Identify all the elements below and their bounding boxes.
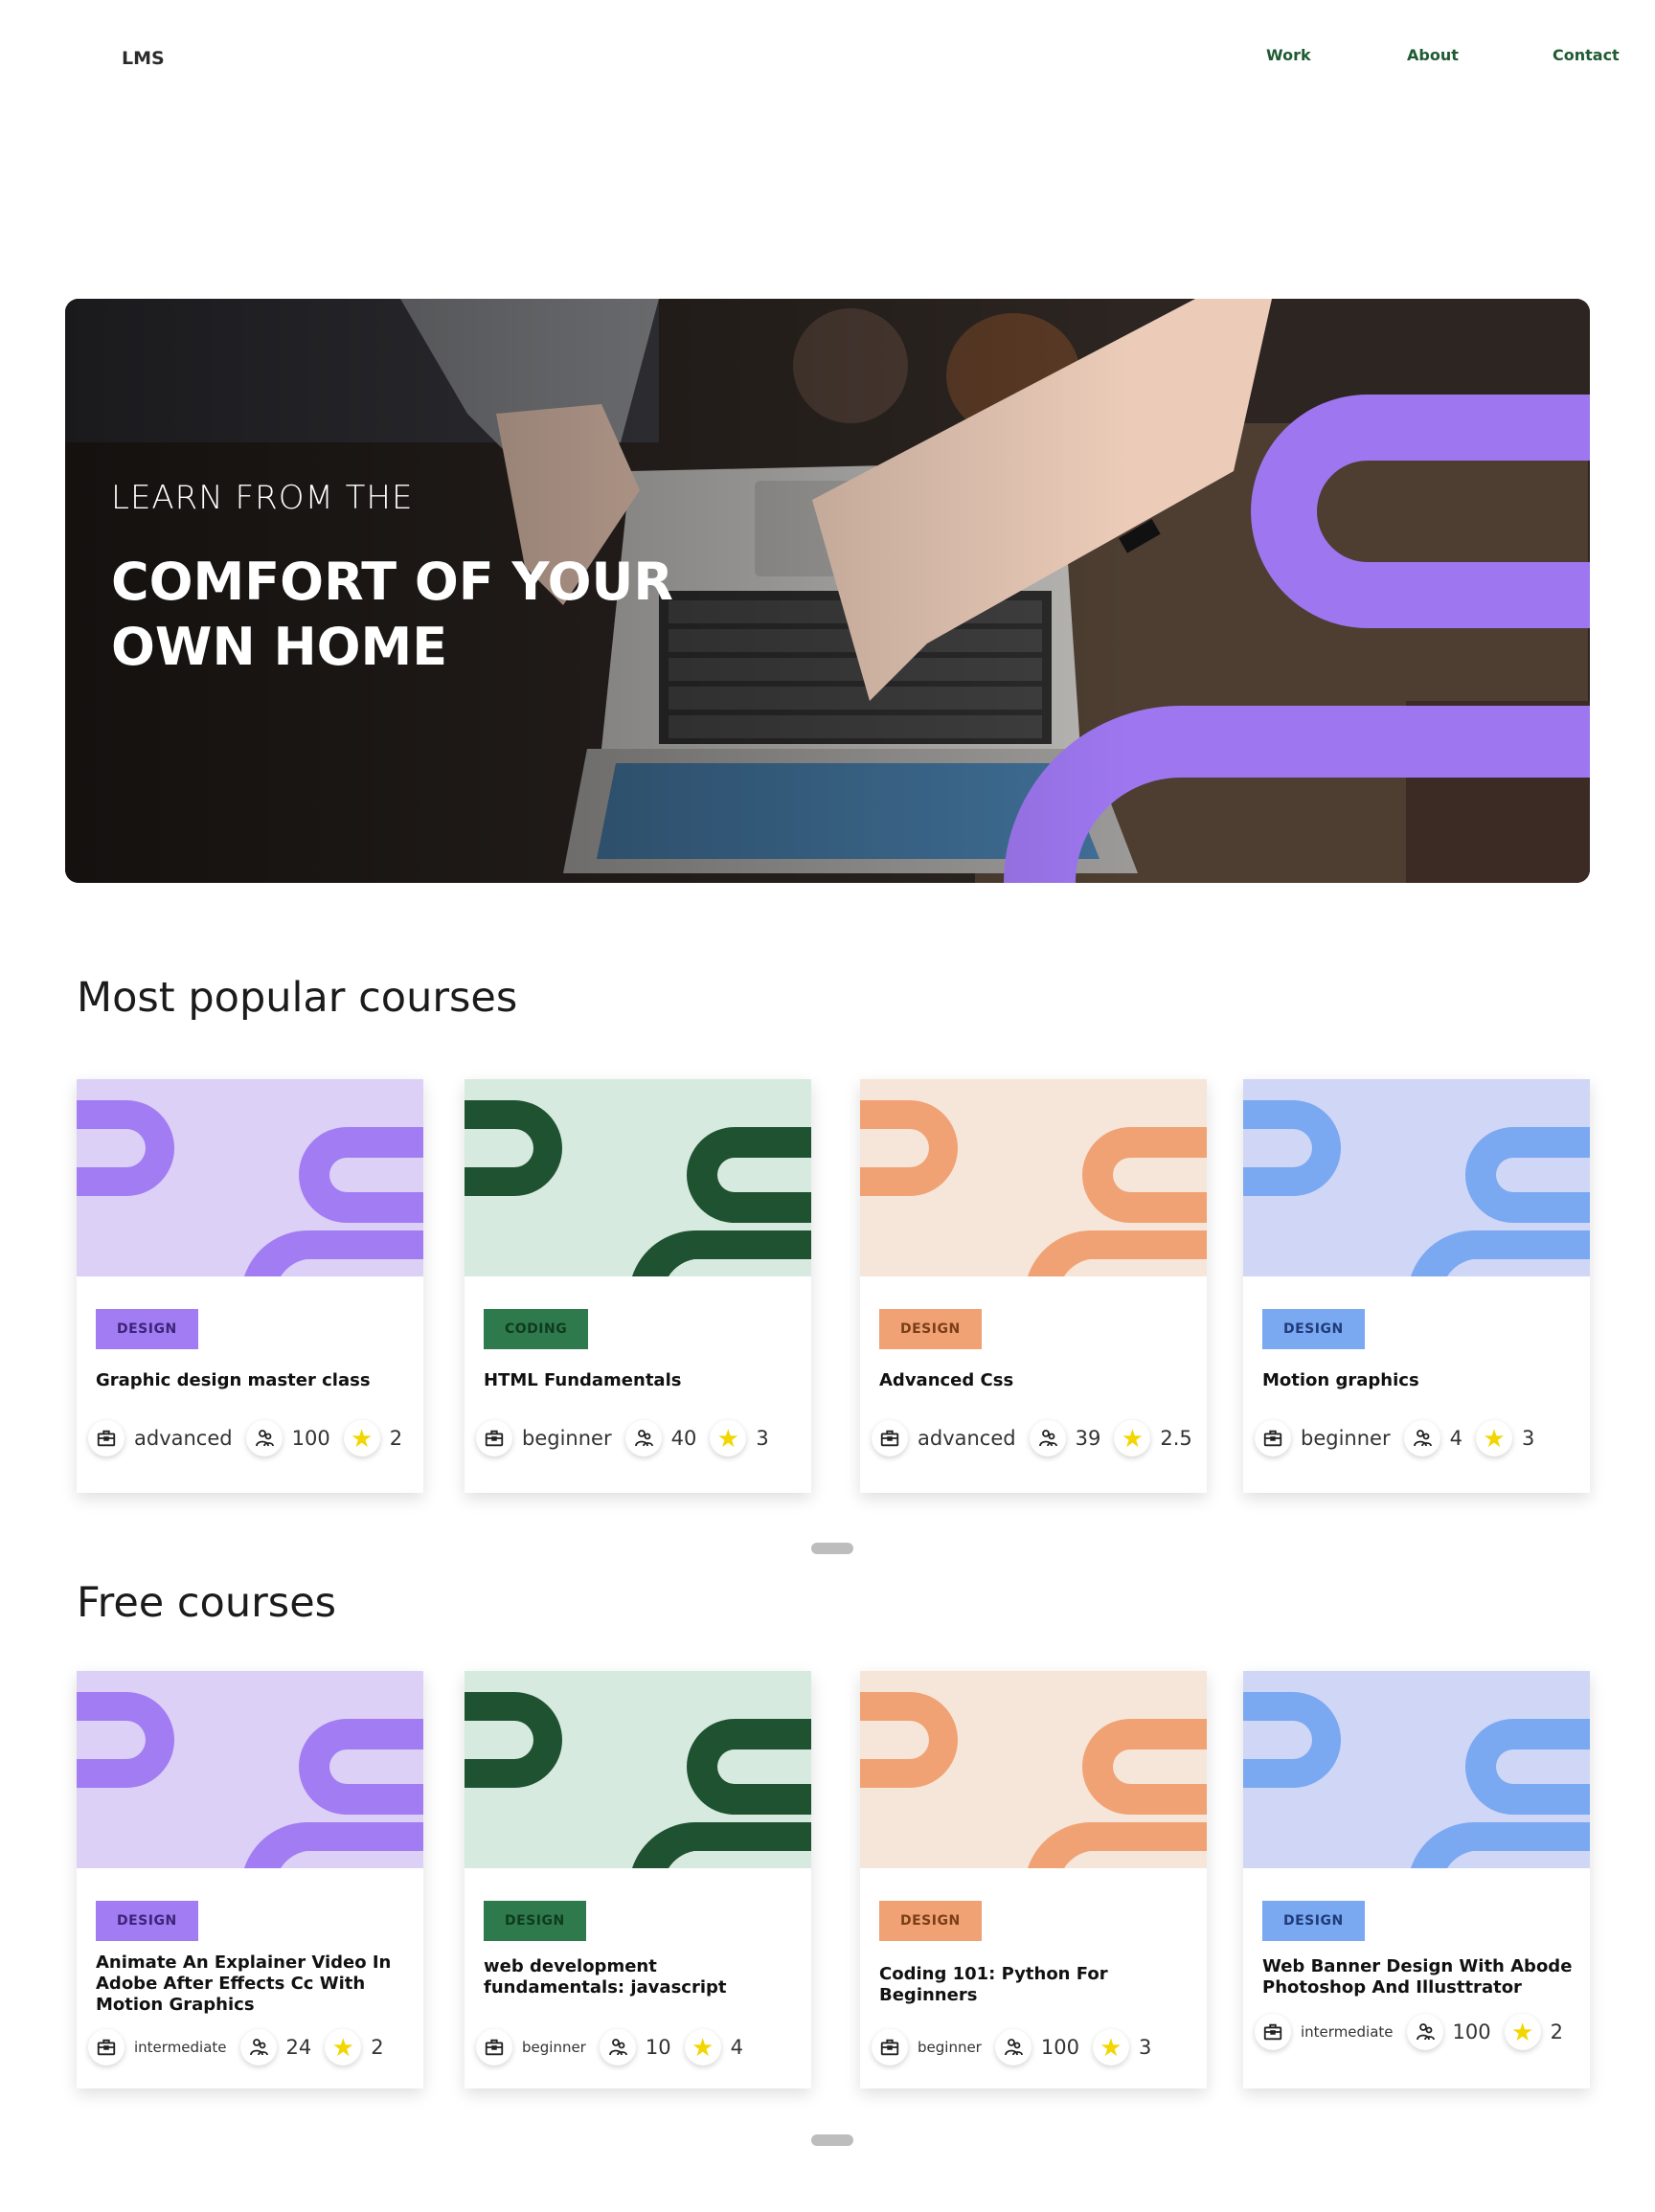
card-artwork — [860, 1079, 1207, 1276]
briefcase-icon — [872, 2029, 908, 2065]
course-card[interactable]: DESIGN Coding 101: Python For Beginners be… — [860, 1671, 1207, 2088]
course-category-badge: DESIGN — [96, 1309, 198, 1349]
card-artwork — [860, 1671, 1207, 1868]
students-icon — [1029, 1420, 1066, 1456]
briefcase-icon — [1255, 1420, 1291, 1456]
popular-courses-title: Most popular courses — [77, 974, 518, 1022]
course-category-badge: CODING — [484, 1309, 589, 1349]
star-icon: ★ — [684, 2029, 721, 2065]
course-category-badge: DESIGN — [879, 1901, 982, 1941]
course-title[interactable]: web development fundamentals: javascript — [484, 1956, 794, 1998]
card-artwork — [77, 1671, 423, 1868]
course-students-count: 100 — [1040, 2036, 1079, 2059]
students-icon — [245, 1420, 283, 1456]
free-courses-title: Free courses — [77, 1579, 337, 1627]
course-title[interactable]: Animate An Explainer Video In Adobe Afte… — [96, 1952, 406, 2016]
course-title[interactable]: Web Banner Design With Abode Photoshop A… — [1262, 1956, 1573, 1998]
nav-contact-link[interactable]: Contact — [1553, 46, 1620, 64]
card-artwork — [77, 1079, 423, 1276]
nav-about-link[interactable]: About — [1407, 46, 1459, 64]
course-meta: advanced 39 ★ 2.5 — [872, 1420, 1199, 1456]
course-card[interactable]: DESIGN Web Banner Design With Abode Photo… — [1243, 1671, 1590, 2088]
free-pager-indicator[interactable] — [811, 2134, 853, 2146]
card-artwork — [1243, 1079, 1590, 1276]
course-students-count: 100 — [291, 1427, 330, 1450]
course-card[interactable]: DESIGN Animate An Explainer Video In Adob… — [77, 1671, 423, 2088]
course-rating: 2.5 — [1160, 1427, 1192, 1450]
course-rating: 3 — [1521, 1427, 1535, 1450]
course-category-badge: DESIGN — [879, 1309, 982, 1349]
star-icon: ★ — [343, 1420, 380, 1456]
course-title[interactable]: Coding 101: Python For Beginners — [879, 1964, 1190, 2006]
students-icon — [624, 1420, 662, 1456]
card-artwork — [1243, 1671, 1590, 1868]
students-icon — [599, 2029, 636, 2065]
course-rating: 2 — [371, 2036, 384, 2059]
course-title[interactable]: Graphic design master class — [96, 1370, 406, 1391]
course-level: beginner — [1301, 1427, 1391, 1450]
course-rating: 2 — [1550, 2020, 1563, 2043]
course-level: beginner — [522, 1427, 612, 1450]
course-level: advanced — [134, 1427, 233, 1450]
students-icon — [239, 2029, 277, 2065]
course-meta: intermediate 100 ★ 2 — [1255, 2014, 1582, 2050]
course-meta: beginner 4 ★ 3 — [1255, 1420, 1582, 1456]
course-card[interactable]: CODING HTML Fundamentals beginner 40 ★ 3 — [465, 1079, 811, 1493]
logo[interactable]: LMS — [122, 48, 165, 69]
course-title[interactable]: HTML Fundamentals — [484, 1370, 794, 1391]
course-students-count: 100 — [1452, 2020, 1491, 2043]
nav-work-link[interactable]: Work — [1266, 46, 1311, 64]
course-level: advanced — [918, 1427, 1016, 1450]
students-icon — [1406, 2014, 1443, 2050]
course-card[interactable]: DESIGN Advanced Css advanced 39 ★ 2.5 — [860, 1079, 1207, 1493]
star-icon: ★ — [1504, 2014, 1541, 2050]
star-icon: ★ — [710, 1420, 747, 1456]
card-artwork — [465, 1079, 811, 1276]
course-level: intermediate — [1301, 2023, 1394, 2041]
star-icon: ★ — [1475, 1420, 1512, 1456]
course-meta: advanced 100 ★ 2 — [88, 1420, 416, 1456]
course-card[interactable]: DESIGN Graphic design master class advance… — [77, 1079, 423, 1493]
star-icon: ★ — [325, 2029, 362, 2065]
course-category-badge: DESIGN — [1262, 1901, 1365, 1941]
students-icon — [994, 2029, 1032, 2065]
course-rating: 3 — [1138, 2036, 1152, 2059]
course-meta: beginner 100 ★ 3 — [872, 2029, 1199, 2065]
hero-title: COMFORT OF YOUR OWN HOME — [111, 552, 673, 677]
course-category-badge: DESIGN — [484, 1901, 586, 1941]
briefcase-icon — [1255, 2014, 1291, 2050]
course-students-count: 24 — [285, 2036, 312, 2059]
course-level: beginner — [918, 2039, 982, 2056]
course-rating: 2 — [389, 1427, 403, 1450]
students-icon — [1403, 1420, 1440, 1456]
course-category-badge: DESIGN — [96, 1901, 198, 1941]
course-card[interactable]: DESIGN Motion graphics beginner 4 ★ 3 — [1243, 1079, 1590, 1493]
star-icon: ★ — [1092, 2029, 1129, 2065]
popular-pager-indicator[interactable] — [811, 1543, 853, 1554]
course-meta: intermediate 24 ★ 2 — [88, 2029, 416, 2065]
course-level: intermediate — [134, 2039, 227, 2056]
course-title[interactable]: Advanced Css — [879, 1370, 1190, 1391]
course-students-count: 40 — [670, 1427, 697, 1450]
briefcase-icon — [476, 1420, 512, 1456]
course-rating: 4 — [730, 2036, 743, 2059]
course-meta: beginner 40 ★ 3 — [476, 1420, 804, 1456]
course-level: beginner — [522, 2039, 586, 2056]
course-card[interactable]: DESIGN web development fundamentals: java… — [465, 1671, 811, 2088]
star-icon: ★ — [1114, 1420, 1151, 1456]
course-students-count: 39 — [1075, 1427, 1101, 1450]
course-meta: beginner 10 ★ 4 — [476, 2029, 804, 2065]
briefcase-icon — [88, 2029, 125, 2065]
course-title[interactable]: Motion graphics — [1262, 1370, 1573, 1391]
briefcase-icon — [476, 2029, 512, 2065]
course-category-badge: DESIGN — [1262, 1309, 1365, 1349]
course-students-count: 4 — [1449, 1427, 1462, 1450]
course-rating: 3 — [756, 1427, 769, 1450]
hero-banner: LEARN FROM THE COMFORT OF YOUR OWN HOME — [65, 299, 1590, 883]
hero-kicker: LEARN FROM THE — [111, 479, 414, 517]
briefcase-icon — [88, 1420, 125, 1456]
briefcase-icon — [872, 1420, 908, 1456]
course-students-count: 10 — [645, 2036, 671, 2059]
card-artwork — [465, 1671, 811, 1868]
